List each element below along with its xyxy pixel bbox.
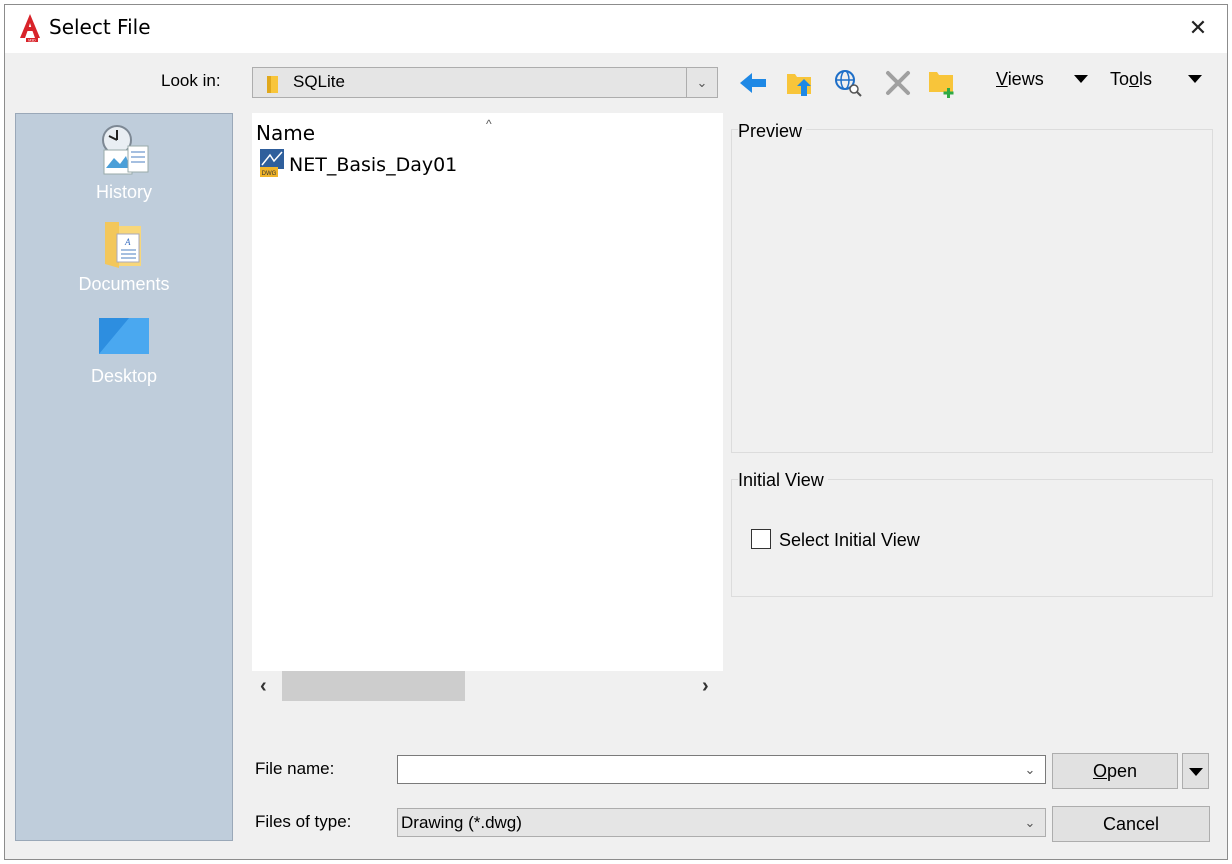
caret-down-icon xyxy=(1189,768,1203,776)
file-name-label: File name: xyxy=(255,759,335,778)
file-type-select[interactable]: Drawing (*.dwg) ⌄ xyxy=(397,808,1046,837)
tools-label-post: ls xyxy=(1139,69,1153,89)
new-folder-icon xyxy=(927,68,957,103)
scrollbar-thumb[interactable] xyxy=(282,671,465,701)
create-new-folder-button[interactable] xyxy=(925,67,959,103)
chevron-down-icon[interactable]: ⌄ xyxy=(1015,756,1045,783)
desktop-icon xyxy=(16,314,232,366)
file-name: NET_Basis_Day01 xyxy=(289,154,458,176)
scroll-right-icon[interactable]: › xyxy=(702,675,709,698)
delete-x-icon xyxy=(885,70,911,101)
open-options-button[interactable] xyxy=(1182,753,1209,789)
lookin-value: SQLite xyxy=(293,72,345,91)
back-button[interactable] xyxy=(736,67,770,103)
place-history[interactable]: History xyxy=(16,124,232,203)
history-icon xyxy=(16,124,232,182)
file-list[interactable]: Name ^ DWG NET_Basis_Day01 xyxy=(252,113,723,671)
preview-label: Preview xyxy=(738,121,807,142)
search-web-button[interactable] xyxy=(831,67,865,103)
select-initial-view-checkbox[interactable] xyxy=(751,529,771,549)
place-label: Documents xyxy=(78,274,170,294)
cancel-button[interactable]: Cancel xyxy=(1052,806,1210,842)
views-menu-button[interactable]: Views xyxy=(996,69,1044,90)
folder-icon xyxy=(265,74,281,99)
tools-mnemonic: o xyxy=(1129,69,1140,89)
svg-text:A: A xyxy=(124,237,131,247)
autocad-app-icon: M3D xyxy=(17,13,43,43)
title-bar: M3D Select File ✕ xyxy=(5,5,1227,53)
views-label-rest: iews xyxy=(1007,69,1044,89)
dialog-title: Select File xyxy=(49,15,151,39)
open-button[interactable]: Open xyxy=(1052,753,1178,789)
scroll-left-icon[interactable]: ‹ xyxy=(260,675,267,698)
back-arrow-icon xyxy=(738,71,768,100)
open-label-rest: pen xyxy=(1106,761,1138,781)
list-item[interactable]: DWG NET_Basis_Day01 xyxy=(260,148,458,182)
close-icon[interactable]: ✕ xyxy=(1183,13,1213,43)
place-label: Desktop xyxy=(90,366,158,386)
file-name-input[interactable]: ⌄ xyxy=(397,755,1046,784)
documents-icon: A xyxy=(16,218,232,274)
globe-search-icon xyxy=(833,68,863,103)
column-header-name[interactable]: Name xyxy=(256,121,315,145)
select-initial-view-label[interactable]: Select Initial View xyxy=(779,530,920,551)
preview-group xyxy=(731,129,1213,453)
lookin-combo[interactable]: SQLite ⌄ xyxy=(252,67,718,98)
views-mnemonic: V xyxy=(996,69,1008,89)
file-type-value: Drawing (*.dwg) xyxy=(401,813,522,832)
up-folder-button[interactable] xyxy=(783,67,817,103)
views-dropdown-icon[interactable] xyxy=(1074,75,1088,83)
dwg-file-icon: DWG xyxy=(260,148,284,182)
initial-view-label: Initial View xyxy=(738,470,828,491)
chevron-down-icon[interactable]: ⌄ xyxy=(1015,809,1045,836)
tools-dropdown-icon[interactable] xyxy=(1188,75,1202,83)
place-documents[interactable]: A Documents xyxy=(16,218,232,295)
places-bar: History A Documents Desktop xyxy=(15,113,233,841)
horizontal-scrollbar[interactable]: ‹ › xyxy=(252,671,723,701)
chevron-down-icon[interactable]: ⌄ xyxy=(686,68,717,97)
up-one-level-icon xyxy=(785,68,815,103)
open-mnemonic: O xyxy=(1092,761,1107,781)
file-type-label: Files of type: xyxy=(255,812,352,831)
tools-label-pre: To xyxy=(1110,69,1130,89)
svg-text:M3D: M3D xyxy=(28,39,36,43)
tools-menu-button[interactable]: Tools xyxy=(1110,69,1152,90)
delete-button[interactable] xyxy=(881,67,915,103)
place-desktop[interactable]: Desktop xyxy=(16,314,232,387)
svg-text:DWG: DWG xyxy=(262,171,277,177)
lookin-label: Look in: xyxy=(161,71,221,90)
select-file-dialog: M3D Select File ✕ Look in: SQLite ⌄ View… xyxy=(4,4,1228,860)
sort-ascending-icon: ^ xyxy=(486,117,492,131)
place-label: History xyxy=(95,182,152,202)
